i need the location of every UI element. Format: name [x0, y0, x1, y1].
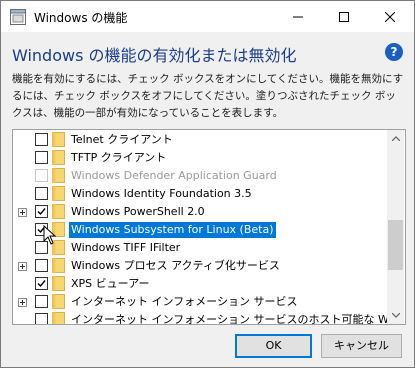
cancel-button[interactable]: キャンセル — [321, 334, 402, 358]
feature-label: Windows プロセス アクティブ化サービス — [71, 259, 280, 272]
checkmark-icon — [37, 280, 46, 288]
title-bar[interactable]: Windows の機能 — [1, 1, 414, 32]
features-tree[interactable]: Telnet クライアント TFTP クライアント Windows Defender… — [12, 129, 406, 325]
feature-label: TFTP クライアント — [71, 151, 167, 164]
folder-icon — [52, 186, 65, 201]
feature-row[interactable]: Windows TIFF IFilter — [13, 239, 387, 257]
feature-row[interactable]: インターネット インフォメーション サービス — [13, 293, 387, 311]
scroll-thumb[interactable] — [388, 220, 403, 270]
maximize-icon — [339, 11, 349, 22]
feature-checkbox[interactable] — [35, 151, 48, 164]
feature-row[interactable]: TFTP クライアント — [13, 149, 387, 167]
feature-row[interactable]: インターネット インフォメーション サービスのホスト可能な Web コア — [13, 311, 405, 324]
feature-label: インターネット インフォメーション サービスのホスト可能な Web コア — [71, 313, 406, 325]
feature-checkbox[interactable] — [35, 277, 48, 290]
feature-checkbox[interactable] — [35, 187, 48, 200]
windows-features-dialog: Windows の機能 Windows の機能の有効化または無効化 ? 機能を有… — [0, 0, 415, 368]
feature-row[interactable]: Windows プロセス アクティブ化サービス — [13, 257, 387, 275]
dialog-content: Windows の機能の有効化または無効化 ? 機能を有効にするには、チェック … — [1, 32, 414, 367]
feature-label: Windows PowerShell 2.0 — [71, 205, 205, 218]
page-heading: Windows の機能の有効化または無効化 — [12, 46, 297, 65]
folder-icon — [52, 204, 65, 219]
feature-label: Windows Subsystem for Linux (Beta) — [69, 222, 276, 238]
feature-checkbox[interactable] — [35, 295, 48, 308]
feature-checkbox[interactable] — [35, 133, 48, 146]
ok-button[interactable]: OK — [235, 334, 312, 358]
feature-checkbox[interactable] — [35, 205, 48, 218]
feature-row[interactable]: XPS ビューアー — [13, 275, 387, 293]
feature-checkbox[interactable] — [35, 259, 48, 272]
expand-icon[interactable] — [18, 262, 27, 271]
expand-icon[interactable] — [18, 208, 27, 217]
feature-row[interactable]: Windows Defender Application Guard — [13, 167, 387, 185]
feature-label: Windows Identity Foundation 3.5 — [71, 187, 252, 200]
folder-icon — [52, 312, 65, 324]
feature-label: Windows TIFF IFilter — [71, 241, 181, 254]
mouse-cursor-icon — [43, 225, 57, 245]
folder-icon — [52, 276, 65, 291]
chevron-up-icon — [391, 136, 400, 141]
feature-row[interactable]: Telnet クライアント — [13, 131, 387, 149]
feature-label: Windows Defender Application Guard — [71, 169, 277, 182]
folder-icon — [52, 294, 65, 309]
expand-icon[interactable] — [18, 298, 27, 307]
feature-row[interactable]: Windows PowerShell 2.0 — [13, 203, 387, 221]
close-icon — [385, 11, 395, 22]
help-icon[interactable]: ? — [385, 43, 403, 61]
feature-row[interactable]: Windows Subsystem for Linux (Beta) — [13, 221, 387, 239]
close-button[interactable] — [367, 1, 413, 32]
feature-label: Telnet クライアント — [71, 133, 173, 146]
folder-icon — [52, 150, 65, 165]
vertical-scrollbar[interactable] — [387, 130, 404, 324]
feature-checkbox — [35, 169, 48, 182]
feature-checkbox[interactable] — [35, 313, 48, 324]
minimize-button[interactable] — [275, 1, 321, 32]
feature-label: XPS ビューアー — [71, 277, 150, 290]
folder-icon — [52, 168, 65, 183]
chevron-down-icon — [391, 313, 400, 318]
scroll-up-button[interactable] — [387, 130, 404, 147]
checkmark-icon — [37, 208, 46, 216]
folder-icon — [52, 258, 65, 273]
minimize-icon — [293, 16, 303, 17]
scroll-down-button[interactable] — [387, 307, 404, 324]
folder-icon — [52, 132, 65, 147]
window-title: Windows の機能 — [34, 11, 128, 25]
feature-row[interactable]: Windows Identity Foundation 3.5 — [13, 185, 387, 203]
maximize-button[interactable] — [321, 1, 367, 32]
instructions-text: 機能を有効にするには、チェック ボックスをオンにしてください。機能を無効にするに… — [12, 73, 404, 119]
feature-label: インターネット インフォメーション サービス — [71, 295, 298, 308]
windows-features-icon — [10, 9, 26, 25]
